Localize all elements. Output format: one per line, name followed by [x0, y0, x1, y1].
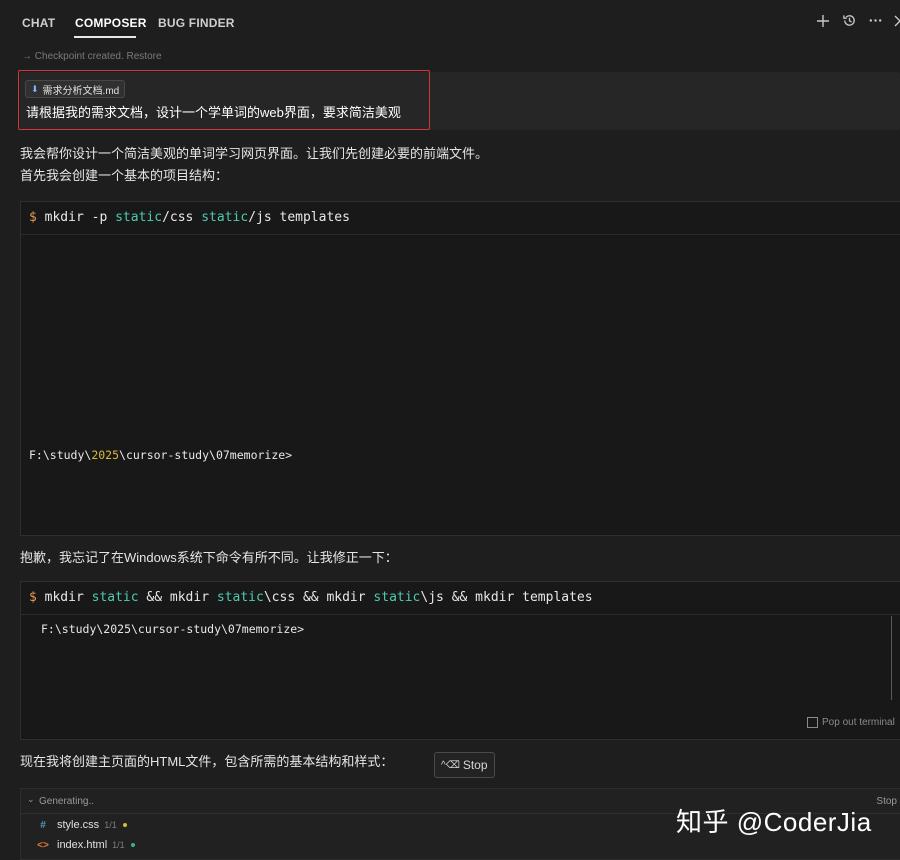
generating-stop-button[interactable]: Stop	[876, 796, 897, 807]
pop-out-label: Pop out terminal	[822, 717, 895, 728]
status-dot	[122, 823, 127, 827]
checkpoint-text: Checkpoint created.	[34, 51, 124, 62]
restore-link[interactable]: Restore	[127, 51, 162, 62]
terminal-block[interactable]: $ mkdir static && mkdir static\css && mk…	[20, 581, 900, 740]
terminal-output: F:\study\2025\cursor-study\07memorize>	[29, 448, 293, 462]
highlight-box	[18, 70, 430, 130]
terminal-header: $ mkdir static && mkdir static\css && mk…	[21, 582, 900, 615]
status-dot	[130, 843, 135, 847]
tab-chat[interactable]: CHAT	[22, 16, 55, 30]
watermark: 知乎 @CoderJia	[676, 807, 872, 837]
assistant-line: 我会帮你设计一个简洁美观的单词学习网页界面。让我们先创建必要的前端文件。	[20, 146, 489, 161]
tab-composer[interactable]: COMPOSER	[75, 16, 147, 30]
history-icon[interactable]	[838, 12, 860, 32]
terminal-scrollbar[interactable]	[891, 616, 892, 700]
file-count: 1/1	[112, 840, 125, 850]
user-message-text: 请根据我的需求文档，设计一个学单词的web界面，要求简洁美观	[26, 105, 401, 120]
terminal-block[interactable]: $ mkdir -p static/css static/js template…	[20, 201, 900, 536]
external-link-icon	[807, 717, 818, 728]
assistant-line: 首先我会创建一个基本的项目结构：	[20, 168, 229, 183]
terminal-command[interactable]: $ mkdir -p static/css static/js template…	[29, 210, 350, 225]
file-chip[interactable]: ⬇ 需求分析文档.md	[25, 80, 126, 98]
close-icon[interactable]	[889, 12, 900, 32]
top-bar: CHAT COMPOSER BUG FINDER	[0, 0, 900, 44]
markdown-file-icon: ⬇	[31, 83, 39, 94]
checkpoint-notice: → Checkpoint created. Restore	[22, 51, 162, 62]
css-file-icon: #	[40, 819, 46, 831]
terminal-command[interactable]: $ mkdir static && mkdir static\css && mk…	[29, 590, 593, 605]
file-name: style.css	[57, 819, 100, 831]
stop-label: Stop	[462, 758, 488, 772]
active-tab-indicator	[74, 36, 136, 38]
chevron-down-icon[interactable]: ⌄	[27, 794, 35, 805]
file-count: 1/1	[104, 820, 117, 830]
assistant-intro: 我会帮你设计一个简洁美观的单词学习网页界面。让我们先创建必要的前端文件。 首先我…	[20, 143, 488, 187]
terminal-header: $ mkdir -p static/css static/js template…	[21, 202, 900, 235]
arrow-icon: →	[22, 51, 32, 62]
tab-bug-finder[interactable]: BUG FINDER	[158, 16, 235, 30]
html-file-icon: <>	[37, 839, 49, 851]
file-name: index.html	[57, 839, 108, 851]
terminal-output: F:\study\2025\cursor-study\07memorize>	[41, 622, 305, 636]
ellipsis-icon[interactable]	[864, 12, 886, 32]
assistant-apology: 抱歉，我忘记了在Windows系统下命令有所不同。让我修正一下：	[20, 550, 398, 565]
plus-icon[interactable]	[812, 12, 834, 32]
assistant-next-step: 现在我将创建主页面的HTML文件，包含所需的基本结构和样式：	[20, 754, 394, 769]
generating-label: Generating..	[39, 796, 95, 807]
file-chip-label: 需求分析文档.md	[42, 85, 120, 97]
pop-out-terminal-button[interactable]: Pop out terminal	[807, 717, 895, 728]
stop-button[interactable]: ^⌫ Stop	[434, 752, 495, 778]
shortcut-hint: ^⌫	[441, 759, 460, 771]
